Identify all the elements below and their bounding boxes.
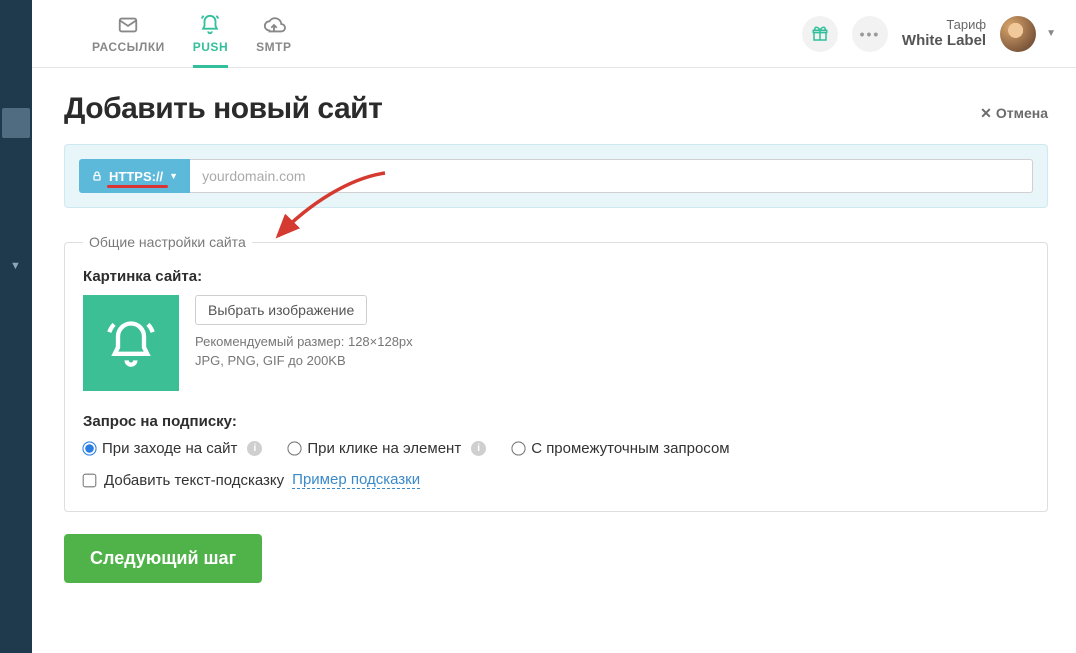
subscription-radios: При заходе на сайт i При клике на элемен…	[83, 440, 1029, 457]
protocol-dropdown[interactable]: HTTPS:// ▼	[79, 159, 190, 193]
cloud-upload-icon	[262, 14, 286, 36]
settings-legend: Общие настройки сайта	[83, 234, 252, 250]
tariff-info: Тариф White Label	[902, 17, 986, 51]
tab-smtp[interactable]: SMTP	[256, 0, 291, 67]
chevron-down-icon[interactable]: ▼	[1046, 28, 1056, 39]
cancel-button[interactable]: ✕Отмена	[980, 105, 1048, 122]
domain-input[interactable]	[190, 159, 1033, 193]
gift-icon	[811, 25, 829, 43]
site-image-label: Картинка сайта:	[83, 268, 1029, 285]
radio-label: При клике на элемент	[307, 440, 461, 457]
radio-input-on-click[interactable]	[288, 441, 302, 455]
hint-example-link[interactable]: Пример подсказки	[292, 471, 420, 489]
sidebar-active-indicator[interactable]	[2, 108, 30, 138]
hint-checkbox-row[interactable]: Добавить текст-подсказку Пример подсказк…	[83, 471, 1029, 489]
next-step-button[interactable]: Следующий шаг	[64, 534, 262, 583]
image-hint-line1: Рекомендуемый размер: 128×128px	[195, 334, 413, 349]
site-image-thumbnail	[83, 295, 179, 391]
radio-on-click[interactable]: При клике на элемент i	[288, 440, 486, 457]
avatar[interactable]	[1000, 16, 1036, 52]
page-content: Добавить новый сайт ✕Отмена HTTPS:// ▼ О…	[32, 68, 1076, 643]
image-hint-line2: JPG, PNG, GIF до 200KB	[195, 353, 346, 368]
bell-icon	[105, 317, 157, 369]
gift-button[interactable]	[802, 16, 838, 52]
tab-mailings[interactable]: РАССЫЛКИ	[92, 0, 165, 67]
general-settings-fieldset: Общие настройки сайта Картинка сайта: Вы…	[64, 234, 1048, 512]
url-box: HTTPS:// ▼	[64, 144, 1048, 208]
image-hint: Рекомендуемый размер: 128×128px JPG, PNG…	[195, 333, 413, 371]
tab-label: PUSH	[193, 40, 228, 54]
caret-down-icon: ▼	[169, 171, 178, 181]
protocol-label: HTTPS://	[109, 169, 163, 184]
envelope-icon	[116, 14, 140, 36]
radio-input-intermediate[interactable]	[512, 441, 526, 455]
top-nav: РАССЫЛКИ PUSH SMTP ••• Тариф White Label	[32, 0, 1076, 68]
left-sidebar-collapsed: ▼	[0, 0, 32, 653]
cancel-label: Отмена	[996, 105, 1048, 121]
dots-icon: •••	[860, 26, 881, 42]
tab-label: РАССЫЛКИ	[92, 40, 165, 54]
radio-input-on-visit[interactable]	[82, 441, 96, 455]
lock-icon	[91, 169, 103, 183]
close-icon: ✕	[980, 105, 992, 121]
annotation-underline	[107, 185, 168, 188]
tab-push[interactable]: PUSH	[193, 0, 228, 67]
hint-checkbox-label: Добавить текст-подсказку	[104, 472, 284, 489]
info-icon[interactable]: i	[247, 441, 262, 456]
more-menu-button[interactable]: •••	[852, 16, 888, 52]
info-icon[interactable]: i	[471, 441, 486, 456]
radio-label: С промежуточным запросом	[531, 440, 729, 457]
page-title: Добавить новый сайт	[64, 92, 382, 126]
tariff-label: Тариф	[902, 17, 986, 33]
tab-label: SMTP	[256, 40, 291, 54]
subscription-request-label: Запрос на подписку:	[83, 413, 1029, 430]
sidebar-spacer	[0, 0, 32, 60]
radio-on-visit[interactable]: При заходе на сайт i	[83, 440, 262, 457]
top-nav-right: ••• Тариф White Label ▼	[802, 0, 1056, 67]
nav-tabs: РАССЫЛКИ PUSH SMTP	[52, 0, 291, 67]
page-header: Добавить новый сайт ✕Отмена	[64, 92, 1048, 126]
main-area: РАССЫЛКИ PUSH SMTP ••• Тариф White Label	[32, 0, 1076, 653]
image-row: Выбрать изображение Рекомендуемый размер…	[83, 295, 1029, 391]
hint-checkbox[interactable]	[83, 473, 97, 487]
sidebar-expand-chevron[interactable]: ▼	[10, 260, 21, 272]
choose-image-button[interactable]: Выбрать изображение	[195, 295, 367, 325]
image-controls: Выбрать изображение Рекомендуемый размер…	[195, 295, 413, 371]
radio-intermediate[interactable]: С промежуточным запросом	[512, 440, 729, 457]
plan-name: White Label	[902, 32, 986, 50]
bell-ring-icon	[198, 14, 222, 36]
radio-label: При заходе на сайт	[102, 440, 237, 457]
